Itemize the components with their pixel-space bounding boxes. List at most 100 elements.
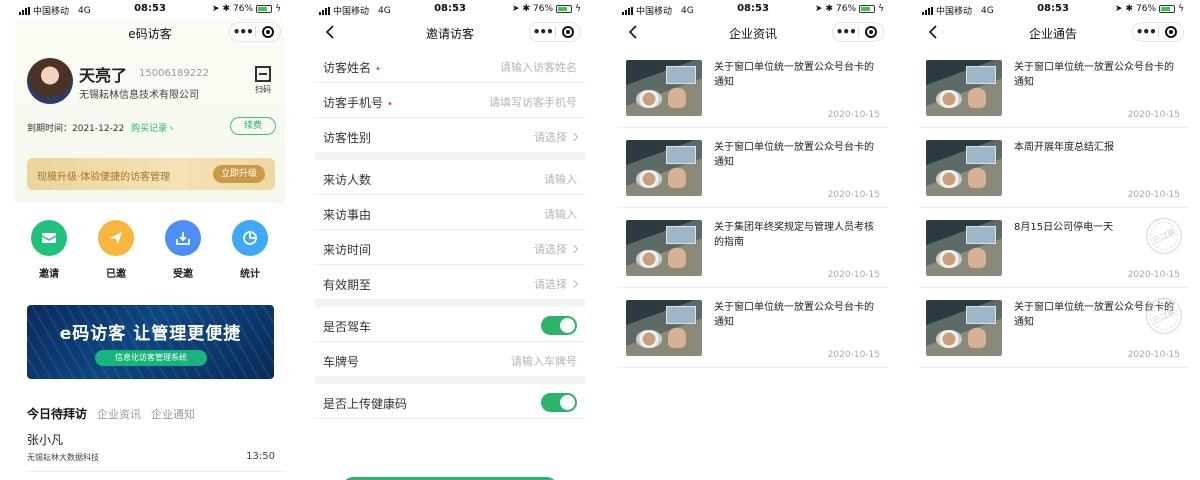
feature-invited[interactable]: 已邀 (94, 220, 138, 280)
tab-news[interactable]: 企业资讯 (97, 406, 141, 422)
thumbnail (926, 140, 1002, 196)
item-title: 关于窗口单位统一放置公众号台卡的通知 (714, 62, 874, 88)
nav-bar: 企业通告 ••• (918, 18, 1188, 46)
banner-title: e码访客 让管理更便捷 (59, 324, 242, 344)
tab-today-visits[interactable]: 今日待拜访 (27, 405, 87, 422)
more-icon[interactable]: ••• (530, 24, 555, 40)
list-item[interactable]: 8月15日公司停电一天 已过期 2020-10-15 (918, 208, 1188, 288)
feature-invite[interactable]: 邀请 (27, 220, 71, 280)
list-item[interactable]: 关于窗口单位统一放置公众号台卡的通知 2020-10-15 (618, 288, 888, 368)
health-code-row: 是否上传健康码 (315, 384, 585, 419)
driving-toggle[interactable] (541, 316, 577, 335)
chevron-right-icon (569, 279, 579, 289)
news-screen: 中国移动 4G 08:53 ➤ ✱ 76% ϟ 企业资讯 ••• 关于窗口单位统一放置公… (618, 0, 888, 480)
field-placeholder: 请输入访客姓名 (500, 61, 577, 74)
field-value: 请选择 (534, 241, 579, 257)
mini-program-capsule: ••• (832, 22, 884, 42)
close-target-icon[interactable] (859, 26, 883, 38)
plate-number-field[interactable]: 车牌号 请输入车牌号 (315, 342, 585, 377)
news-list: 关于窗口单位统一放置公众号台卡的通知 2020-10-15 关于窗口单位统一放置公… (618, 48, 888, 368)
feature-received[interactable]: 受邀 (161, 220, 205, 280)
upgrade-button[interactable]: 立即升级 (213, 165, 265, 183)
battery-percent: 76% (836, 4, 857, 14)
visitor-gender-select[interactable]: 访客性别 请选择 (315, 118, 585, 153)
upgrade-text: 现模升级·体验便捷的访客管理 (37, 172, 171, 183)
user-phone: 15006189222 (139, 68, 209, 79)
charging-icon: ϟ (275, 4, 281, 14)
visitor-count-field[interactable]: 来访人数 请输入 (315, 160, 585, 195)
visitor-name[interactable]: 张小凡 (27, 431, 63, 448)
feature-label: 已邀 (106, 269, 126, 280)
visitor-phone-field[interactable]: 访客手机号 • 请填写访客手机号 (315, 83, 585, 118)
envelope-icon (31, 220, 67, 256)
visitor-company: 无锡耘林大数据科技 (27, 453, 99, 462)
invite-screen: 中国移动 4G 08:53 ➤ ✱ 76% ϟ 邀请访客 ••• 访客姓名 • 请输入访客姓… (315, 0, 585, 480)
avatar[interactable] (27, 58, 73, 104)
visitor-name-field[interactable]: 访客姓名 • 请输入访客姓名 (315, 48, 585, 83)
more-icon[interactable]: ••• (833, 24, 858, 40)
field-label: 车牌号 (323, 355, 360, 369)
charging-icon: ϟ (878, 4, 884, 14)
charging-icon: ϟ (575, 4, 581, 14)
list-item[interactable]: 关于窗口单位统一放置公众号台卡的通知 已过期 2020-10-15 (918, 288, 1188, 368)
visit-time-select[interactable]: 来访时间 请选择 (315, 230, 585, 265)
renew-button[interactable]: 续费 (230, 117, 276, 135)
nav-bar: e码访客 ••• (15, 18, 285, 46)
thumbnail (626, 300, 702, 356)
item-title: 关于窗口单位统一放置公众号台卡的通知 (714, 142, 874, 168)
invite-form: 访客姓名 • 请输入访客姓名 访客手机号 • 请填写访客手机号 访客性别 请选择 来访人数… (315, 48, 585, 419)
charging-icon: ϟ (1178, 4, 1184, 14)
chevron-right-icon (569, 132, 579, 142)
list-item[interactable]: 关于窗口单位统一放置公众号台卡的通知 2020-10-15 (618, 128, 888, 208)
promo-banner[interactable]: e码访客 让管理更便捷 信息化访客管理系统 (27, 305, 274, 379)
field-placeholder: 请输入 (544, 208, 577, 221)
item-date: 2020-10-15 (1127, 190, 1180, 200)
notice-list: 关于窗口单位统一放置公众号台卡的通知 2020-10-15 本周开展年度总结汇报 2… (918, 48, 1188, 368)
mini-program-capsule: ••• (229, 22, 281, 42)
close-target-icon[interactable] (556, 26, 580, 38)
list-item[interactable]: 关于窗口单位统一放置公众号台卡的通知 2020-10-15 (618, 48, 888, 128)
field-placeholder: 请输入 (544, 173, 577, 186)
feature-stats[interactable]: 统计 (228, 220, 272, 280)
more-icon[interactable]: ••• (230, 24, 255, 40)
field-label: 是否上传健康码 (323, 397, 408, 411)
home-tabs: 今日待拜访 企业资讯 企业通知 (27, 405, 195, 422)
chevron-right-icon (569, 244, 579, 254)
divider (27, 471, 285, 472)
field-label: 访客手机号 • (323, 96, 393, 110)
close-target-icon[interactable] (256, 26, 280, 38)
status-bar: 中国移动 4G 08:53 ➤ ✱ 76% ϟ (618, 0, 888, 18)
scan-icon (255, 66, 271, 82)
feature-label: 邀请 (39, 269, 59, 280)
field-label: 访客性别 (323, 131, 372, 145)
list-item[interactable]: 本周开展年度总结汇报 2020-10-15 (918, 128, 1188, 208)
valid-until-select[interactable]: 有效期至 请选择 (315, 265, 585, 300)
purchase-records-link[interactable]: 购买记录 › (131, 121, 173, 134)
send-icon (98, 220, 134, 256)
list-item[interactable]: 关于集团年终奖规定与管理人员考核的指南 2020-10-15 (618, 208, 888, 288)
item-date: 2020-10-15 (1127, 350, 1180, 360)
notices-screen: 中国移动 4G 08:53 ➤ ✱ 76% ϟ 企业通告 ••• 关于窗口单位统一放置公… (918, 0, 1188, 480)
field-label: 有效期至 (323, 278, 372, 292)
feature-label: 统计 (240, 269, 260, 280)
item-date: 2020-10-15 (827, 350, 880, 360)
thumbnail (926, 220, 1002, 276)
close-target-icon[interactable] (1159, 26, 1183, 38)
more-icon[interactable]: ••• (1133, 24, 1158, 40)
feature-label: 受邀 (173, 269, 193, 280)
field-label: 是否驾车 (323, 320, 372, 334)
list-item[interactable]: 关于窗口单位统一放置公众号台卡的通知 2020-10-15 (918, 48, 1188, 128)
item-title: 关于窗口单位统一放置公众号台卡的通知 (714, 302, 874, 328)
inbox-icon (165, 220, 201, 256)
user-company: 无锡耘林信息技术有限公司 (79, 90, 199, 101)
nav-bar: 企业资讯 ••• (618, 18, 888, 46)
field-label: 来访人数 (323, 173, 372, 187)
status-bar: 中国移动 4G 08:53 ➤ ✱ 76% ϟ (315, 0, 585, 18)
thumbnail (926, 60, 1002, 116)
health-code-toggle[interactable] (541, 393, 577, 412)
upgrade-banner[interactable]: 现模升级·体验便捷的访客管理 立即升级 (27, 158, 275, 190)
tab-notices[interactable]: 企业通知 (151, 406, 195, 422)
visit-reason-field[interactable]: 来访事由 请输入 (315, 195, 585, 230)
chart-icon (232, 220, 268, 256)
scan-button[interactable]: 扫码 (253, 66, 273, 95)
